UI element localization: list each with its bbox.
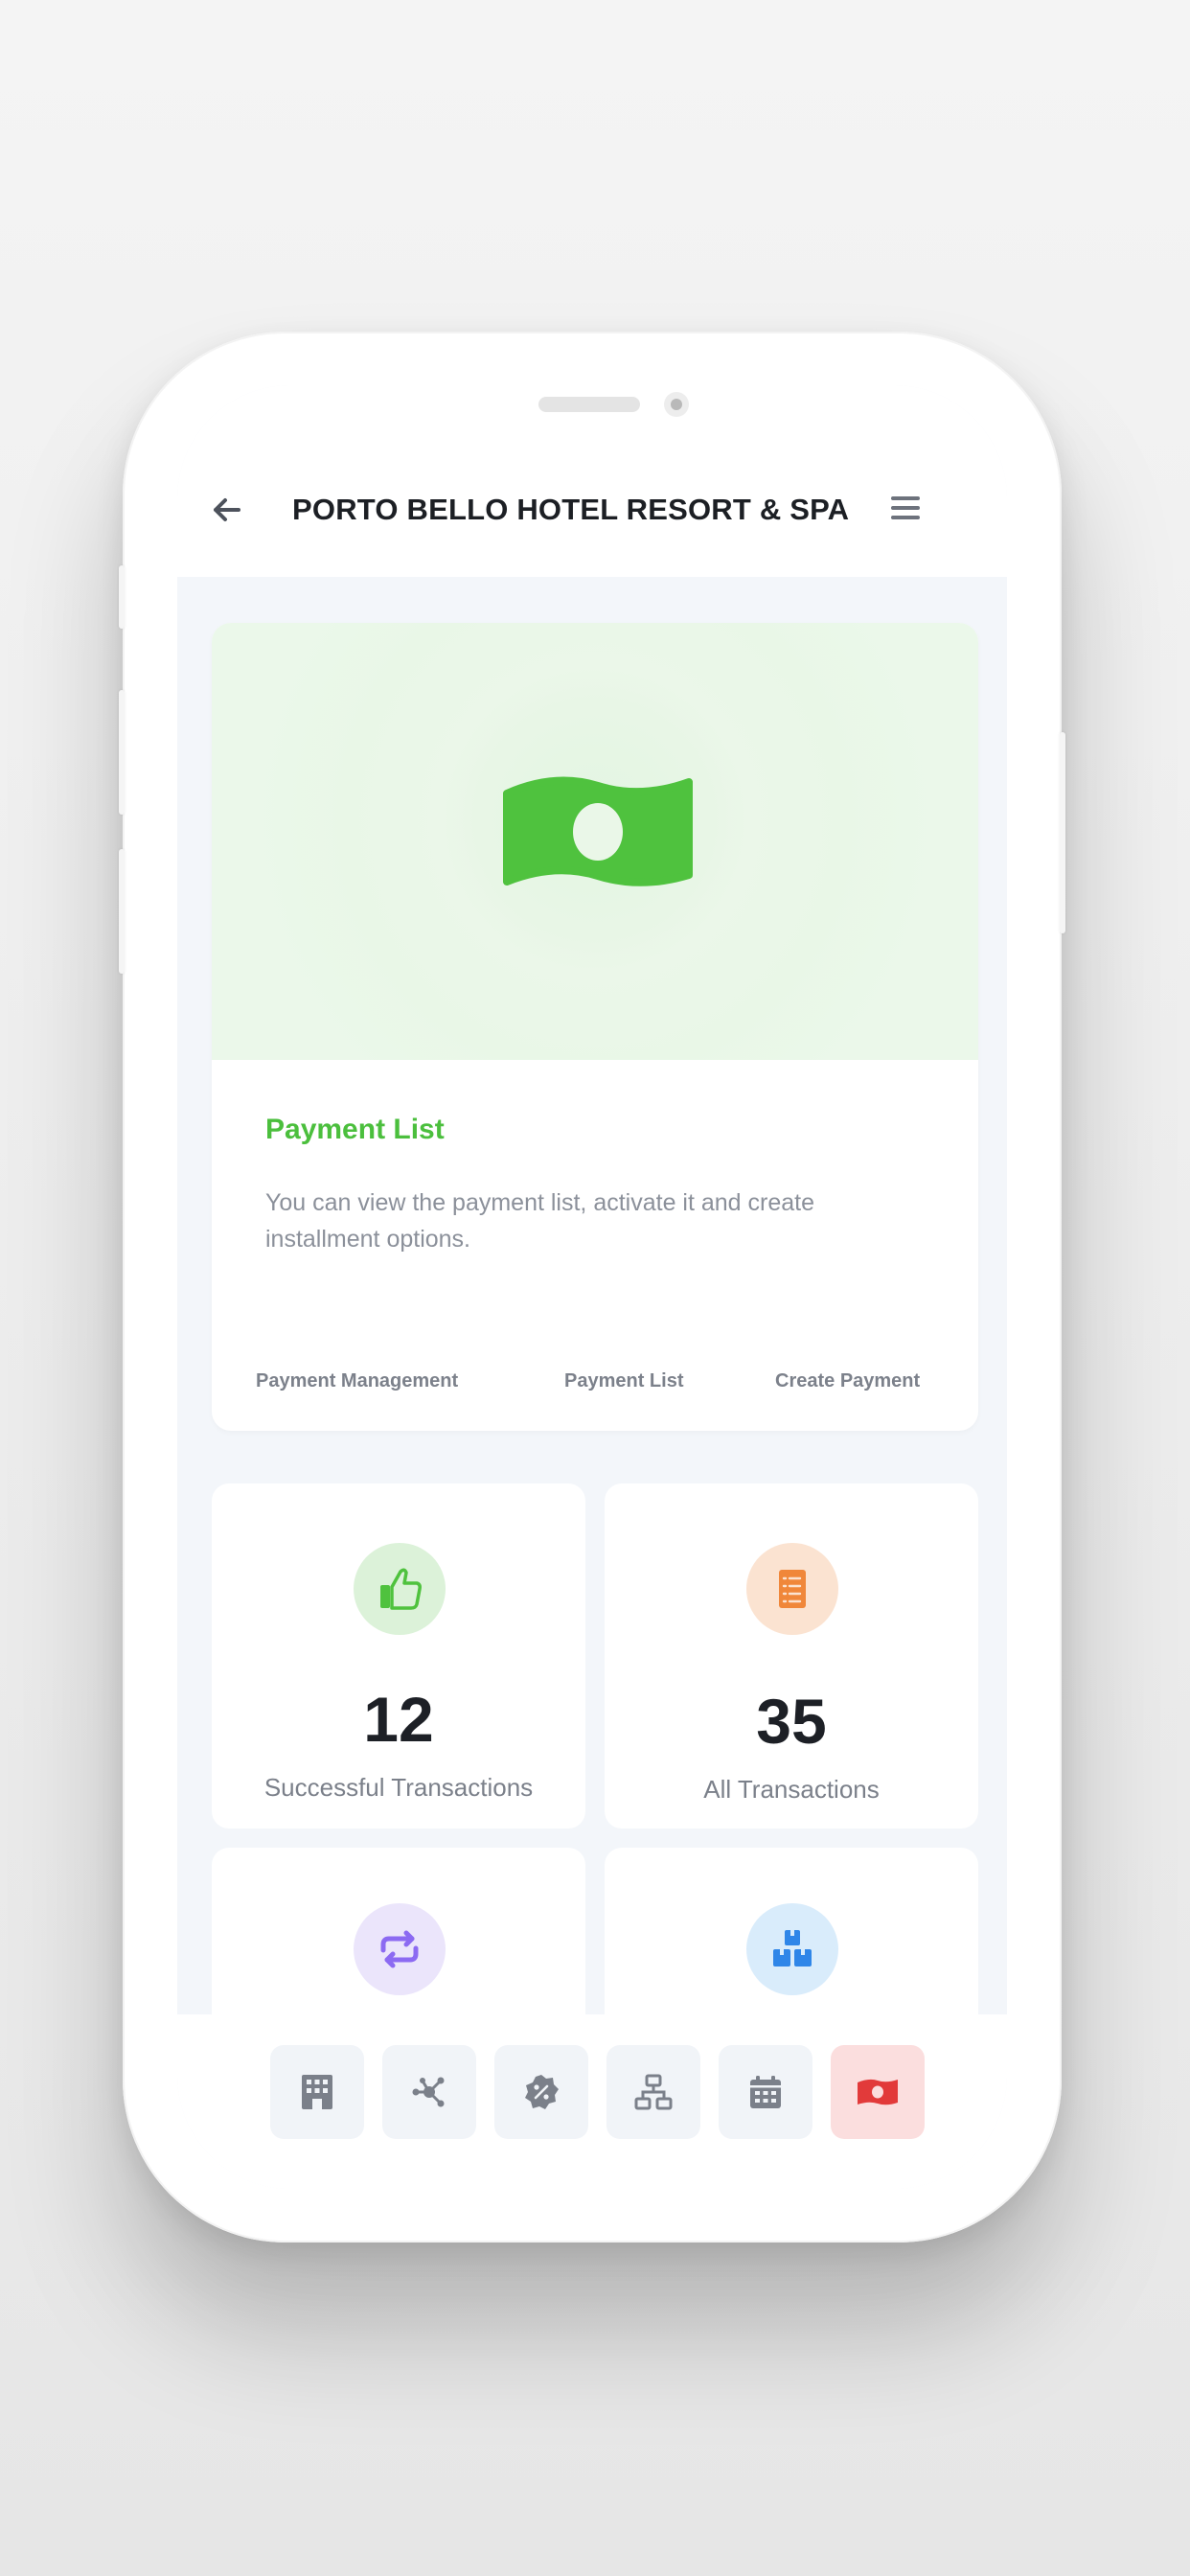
- volume-up-button: [119, 690, 125, 815]
- repeat-icon: [354, 1903, 446, 1995]
- volume-down-button: [119, 849, 125, 974]
- mute-switch: [119, 565, 125, 629]
- hotel-icon: [302, 2075, 332, 2109]
- discount-badge-icon: [525, 2075, 559, 2109]
- speaker: [538, 397, 640, 412]
- tab-sitemap[interactable]: [606, 2045, 700, 2139]
- card-description: You can view the payment list, activate …: [265, 1189, 815, 1253]
- stat-card-all[interactable]: 35 All Transactions: [605, 1484, 978, 1828]
- stat-card-successful[interactable]: 12 Successful Transactions: [212, 1484, 585, 1828]
- tab-calendar[interactable]: [719, 2045, 812, 2139]
- money-bill-icon: [858, 2079, 898, 2105]
- tab-hotel[interactable]: [270, 2045, 364, 2139]
- calendar-icon: [750, 2076, 781, 2108]
- camera: [664, 392, 689, 417]
- boxes-icon: [746, 1903, 838, 1995]
- bottom-tab-bar: [177, 2014, 1007, 2189]
- stat-value: 12: [363, 1684, 434, 1755]
- checklist-icon: [746, 1543, 838, 1635]
- phone-frame: PORTO BELLO HOTEL RESORT & SPA Payment L…: [119, 332, 1065, 2242]
- page-title: PORTO BELLO HOTEL RESORT & SPA: [292, 493, 850, 526]
- link-create-payment[interactable]: Create Payment: [775, 1370, 920, 1392]
- stat-label: Successful Transactions: [263, 1773, 534, 1802]
- sitemap-icon: [634, 2074, 673, 2110]
- stat-value: 35: [756, 1686, 827, 1757]
- card-hero: [212, 623, 978, 1060]
- card-title: Payment List: [265, 1114, 445, 1145]
- app-screen: PORTO BELLO HOTEL RESORT & SPA Payment L…: [177, 385, 1007, 2189]
- money-bill-icon: [503, 776, 693, 886]
- tab-payments[interactable]: [831, 2045, 925, 2139]
- thumbs-up-icon: [354, 1543, 446, 1635]
- card-links: Payment Management Payment List Create P…: [212, 1370, 978, 1409]
- payment-list-card[interactable]: Payment List You can view the payment li…: [212, 623, 978, 1431]
- stat-label: All Transactions: [703, 1775, 880, 1804]
- arrow-left-icon[interactable]: [206, 489, 248, 531]
- hamburger-menu-icon[interactable]: [886, 489, 928, 531]
- tab-discounts[interactable]: [494, 2045, 588, 2139]
- power-button: [1060, 732, 1065, 933]
- notch: [386, 385, 798, 447]
- link-payment-list[interactable]: Payment List: [564, 1370, 683, 1392]
- network-icon: [412, 2077, 445, 2107]
- tab-network[interactable]: [382, 2045, 476, 2139]
- link-payment-management[interactable]: Payment Management: [256, 1370, 458, 1392]
